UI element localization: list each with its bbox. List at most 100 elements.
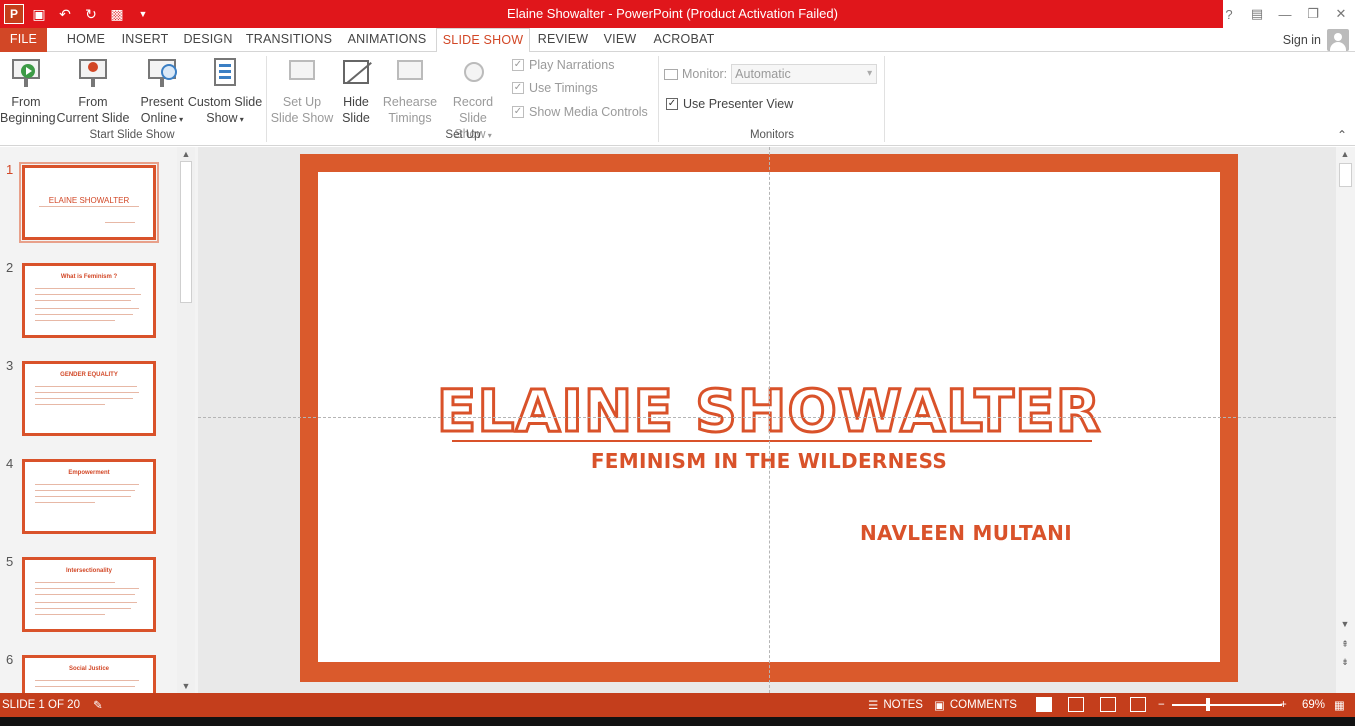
slide-thumbnail-2[interactable]: What is Feminism ? (22, 263, 156, 338)
scroll-down-icon[interactable]: ▼ (177, 679, 195, 693)
slide-show-view-icon[interactable] (1130, 697, 1146, 712)
from-current-label-2: Current Slide (56, 111, 130, 125)
set-up-label-2: Slide Show (270, 111, 334, 125)
slide-counter: SLIDE 1 OF 20 (2, 699, 80, 711)
editor-scrollbar[interactable]: ▲ ▼ ⇞ ⇟ (1336, 147, 1355, 693)
save-icon[interactable]: ▣ (28, 3, 50, 25)
thumbnail-number: 3 (6, 358, 14, 373)
normal-view-icon[interactable] (1036, 697, 1052, 712)
zoom-slider-handle[interactable] (1206, 698, 1210, 711)
thumbnail-text-line (35, 490, 135, 491)
tab-review[interactable]: REVIEW (534, 28, 592, 52)
notes-button[interactable]: ☰ NOTES (868, 693, 923, 717)
zoom-out-icon[interactable]: − (1158, 693, 1165, 717)
sign-in-link[interactable]: Sign in (1283, 33, 1321, 47)
tab-transitions[interactable]: TRANSITIONS (244, 28, 334, 52)
slide-thumbnail-4[interactable]: Empowerment (22, 459, 156, 534)
tab-slide-show[interactable]: SLIDE SHOW (436, 28, 530, 53)
zoom-slider[interactable] (1172, 704, 1282, 706)
use-timings-checkbox[interactable]: ✓ Use Timings (512, 81, 598, 95)
slide-thumbnail-5[interactable]: Intersectionality (22, 557, 156, 632)
tab-design[interactable]: DESIGN (180, 28, 236, 52)
minimize-button[interactable]: — (1271, 0, 1299, 28)
tab-insert[interactable]: INSERT (118, 28, 172, 52)
avatar[interactable] (1327, 29, 1349, 51)
spelling-icon[interactable]: ✎ (93, 698, 103, 712)
from-beginning-label-1: From (11, 95, 41, 109)
scroll-up-icon[interactable]: ▲ (1336, 147, 1354, 161)
tab-view[interactable]: VIEW (598, 28, 642, 52)
present-online-button[interactable]: Present Online ▾ (138, 56, 186, 128)
restore-button[interactable]: ❐ (1299, 0, 1327, 28)
vertical-guide[interactable] (769, 147, 770, 693)
present-online-label-1: Present (140, 95, 184, 109)
comments-button[interactable]: ▣ COMMENTS (934, 693, 1017, 717)
slide-thumbnail-6[interactable]: Social Justice (22, 655, 156, 693)
from-current-slide-button[interactable]: From Current Slide (54, 56, 132, 126)
checkmark-icon: ✓ (666, 98, 678, 110)
set-up-slide-show-button[interactable]: Set Up Slide Show (268, 56, 336, 126)
hide-slide-label-1: Hide (343, 95, 369, 109)
custom-show-label-2: Show (206, 111, 238, 125)
fit-slide-icon[interactable]: ▦ (1334, 693, 1345, 717)
scrollbar-thumb[interactable] (1339, 163, 1352, 187)
collapse-ribbon-icon[interactable]: ⌃ (1337, 128, 1347, 142)
tab-file[interactable]: FILE (0, 28, 47, 52)
zoom-in-icon[interactable]: + (1280, 693, 1287, 717)
slide-thumbnail-1[interactable]: ELAINE SHOWALTER (19, 162, 159, 243)
tab-animations[interactable]: ANIMATIONS (342, 28, 432, 52)
slide-sorter-icon[interactable] (1068, 697, 1084, 712)
hide-slide-label-2: Slide (342, 111, 370, 125)
title-bar: Elaine Showalter - PowerPoint (Product A… (0, 0, 1355, 28)
slide-author[interactable]: NAVLEEN MULTANI (860, 521, 1072, 545)
custom-slide-show-icon (208, 56, 242, 90)
from-beginning-button[interactable]: From Beginning (0, 56, 56, 126)
use-presenter-view-checkbox[interactable]: ✓ Use Presenter View (666, 97, 793, 111)
thumbnail-text-line (105, 222, 135, 223)
custom-slide-show-button[interactable]: Custom Slide Show ▾ (186, 56, 264, 128)
scroll-up-icon[interactable]: ▲ (177, 147, 195, 161)
tab-home[interactable]: HOME (58, 28, 114, 52)
thumbnail-number: 6 (6, 652, 14, 667)
quick-access-toolbar: P ▣ ↶ ↻ ▩ ▼ (0, 0, 154, 28)
thumbnail-text-line (35, 392, 139, 393)
thumbnail-scrollbar[interactable]: ▲ ▼ (177, 147, 195, 693)
thumbnail-text-line (35, 502, 95, 503)
powerpoint-logo-icon: P (4, 4, 24, 24)
scroll-down-icon[interactable]: ▼ (1336, 617, 1354, 631)
horizontal-guide[interactable] (198, 417, 1336, 418)
tab-acrobat[interactable]: ACROBAT (648, 28, 720, 52)
comments-icon: ▣ (934, 700, 945, 712)
thumbnail-text-line (35, 484, 139, 485)
previous-slide-icon[interactable]: ⇞ (1336, 637, 1354, 651)
scrollbar-thumb[interactable] (180, 161, 192, 303)
ribbon-display-options-icon[interactable]: ▤ (1243, 0, 1271, 28)
start-slideshow-icon[interactable]: ▩ (106, 3, 128, 25)
reading-view-icon[interactable] (1100, 697, 1116, 712)
zoom-level[interactable]: 69% (1302, 693, 1325, 717)
thumbnail-number: 1 (6, 162, 14, 177)
show-media-controls-checkbox[interactable]: ✓ Show Media Controls (512, 105, 648, 119)
redo-icon[interactable]: ↻ (80, 3, 102, 25)
hide-slide-button[interactable]: Hide Slide (336, 56, 376, 126)
ribbon-tabs: FILE HOME INSERT DESIGN TRANSITIONS ANIM… (0, 28, 1355, 53)
thumbnail-title: What is Feminism ? (60, 274, 118, 280)
custom-show-label-2-row: Show ▾ (186, 110, 264, 128)
customize-toolbar-icon[interactable]: ▼ (132, 3, 154, 25)
thumbnail-text-line (35, 300, 131, 301)
slide-thumbnails-panel: 1 ELAINE SHOWALTER 2 What is Feminism ? … (0, 147, 198, 693)
close-button[interactable]: ✕ (1327, 0, 1355, 28)
play-narrations-checkbox[interactable]: ✓ Play Narrations (512, 58, 614, 72)
play-narrations-label: Play Narrations (529, 58, 615, 72)
next-slide-icon[interactable]: ⇟ (1336, 655, 1354, 669)
help-button[interactable]: ? (1215, 0, 1243, 28)
checkmark-icon: ✓ (512, 106, 524, 118)
slide-thumbnail-3[interactable]: GENDER EQUALITY (22, 361, 156, 436)
set-up-group-label: Set Up (445, 129, 481, 141)
notes-label: NOTES (883, 699, 923, 711)
slide-editor[interactable]: ELAINE SHOWALTER FEMINISM IN THE WILDERN… (198, 147, 1336, 693)
thumbnail-number: 5 (6, 554, 14, 569)
rehearse-timings-button[interactable]: Rehearse Timings (382, 56, 438, 126)
monitor-select[interactable]: Automatic (731, 64, 878, 84)
undo-icon[interactable]: ↶ (54, 3, 76, 25)
